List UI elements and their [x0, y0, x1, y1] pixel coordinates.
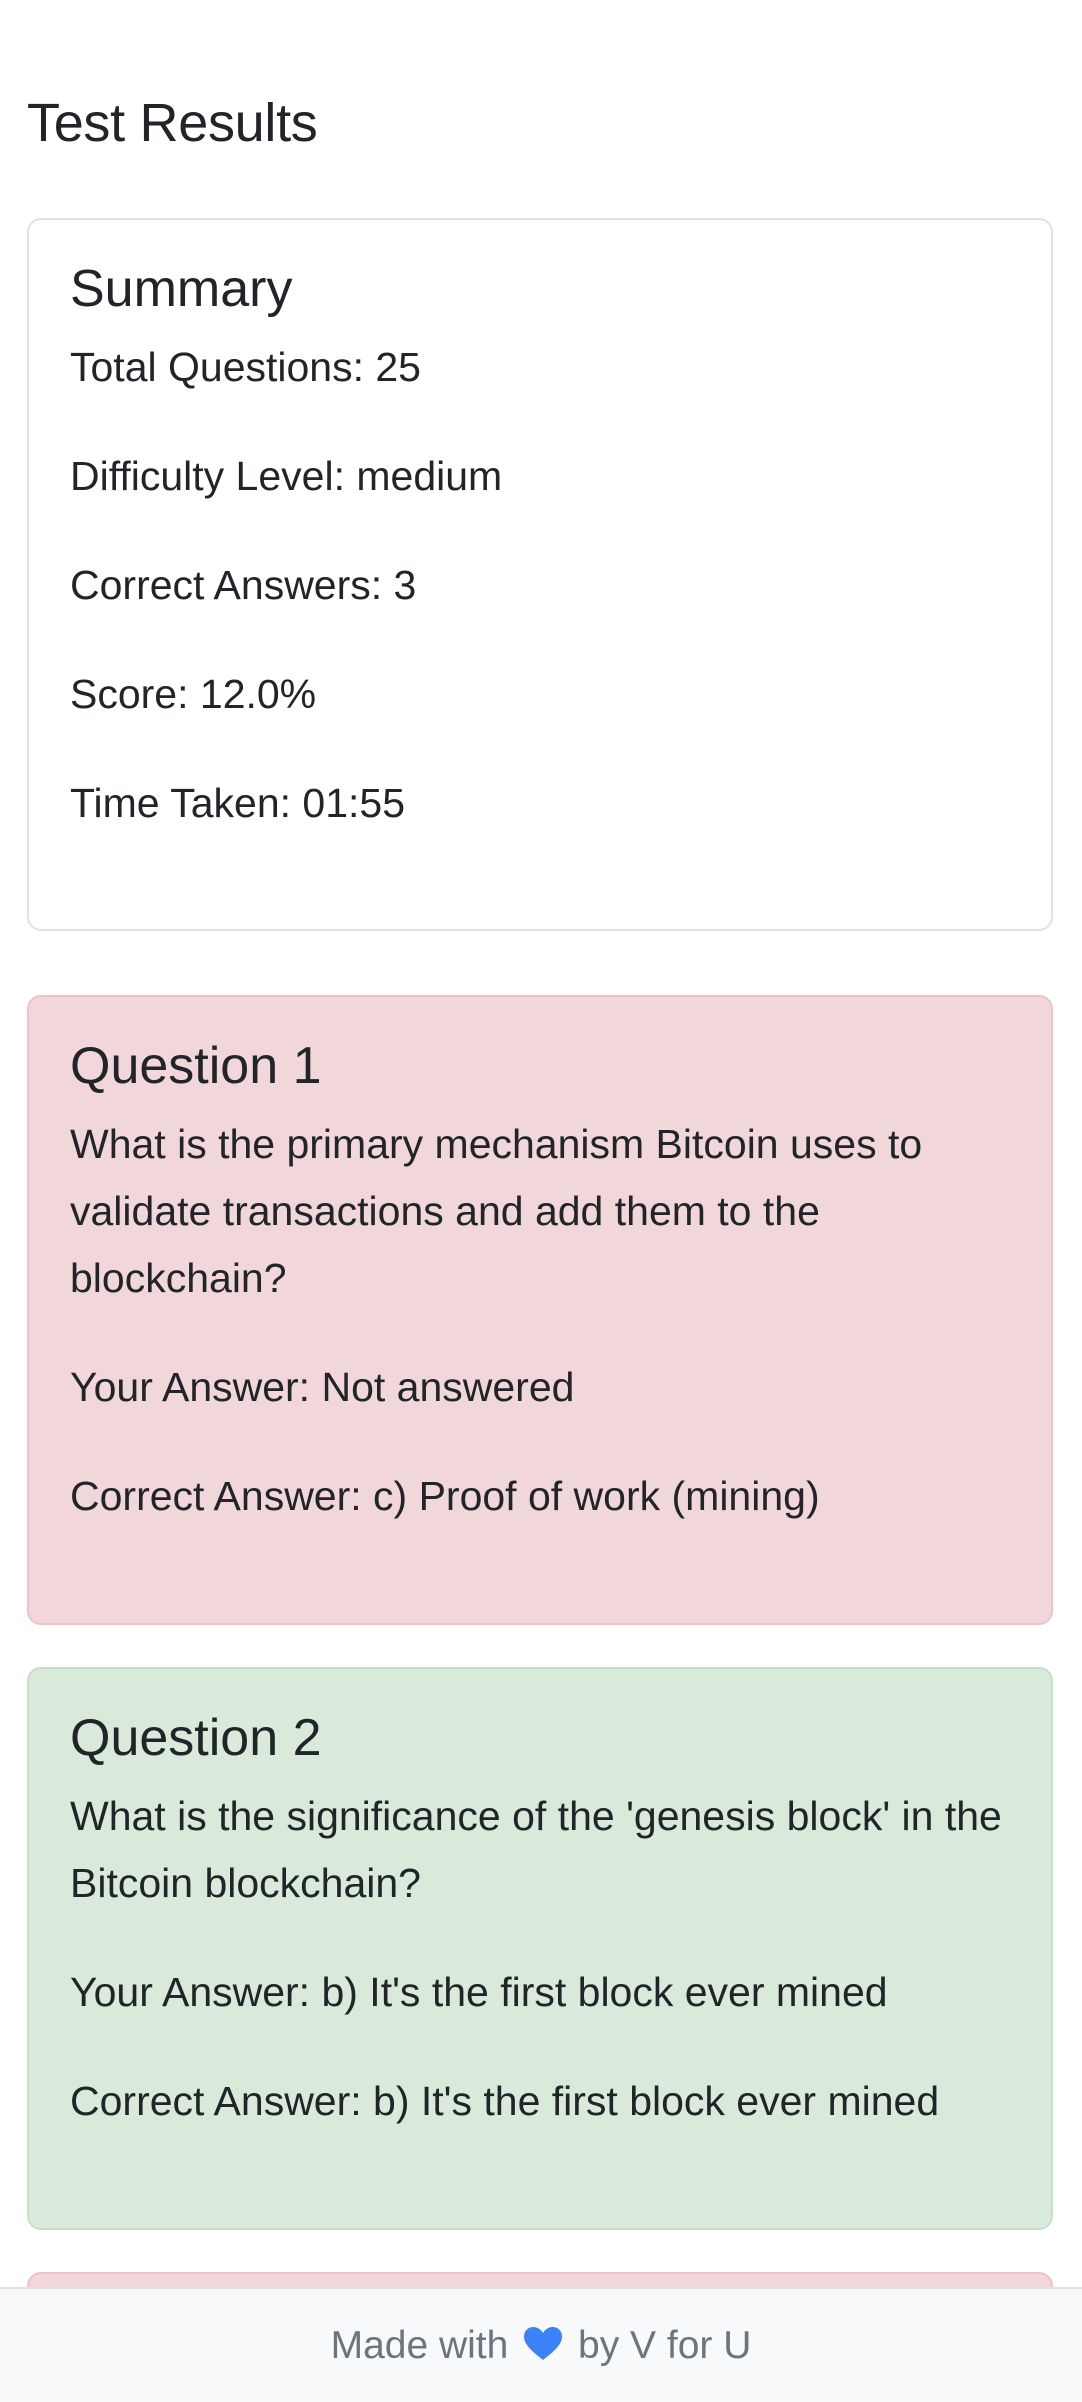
question-title: Question 2: [70, 1709, 322, 1767]
question-text: What is the primary mechanism Bitcoin us…: [70, 1121, 923, 1301]
footer-suffix: by V for U: [578, 2324, 752, 2367]
your-answer: Your Answer: Not answered: [70, 1364, 575, 1410]
question-card-2: Question 2 What is the significance of t…: [27, 1667, 1053, 2230]
summary-card: Summary Total Questions: 25 Difficulty L…: [27, 218, 1053, 931]
question-title: Question 1: [70, 1037, 322, 1095]
correct-answer: Correct Answer: c) Proof of work (mining…: [70, 1473, 820, 1519]
correct-answer: Correct Answer: b) It's the first block …: [70, 2078, 940, 2124]
summary-title: Summary: [70, 260, 293, 318]
blue-heart-icon: [523, 2293, 563, 2360]
question-card-1: Question 1 What is the primary mechanism…: [27, 995, 1053, 1625]
your-answer: Your Answer: b) It's the first block eve…: [70, 1969, 888, 2015]
total-questions: Total Questions: 25: [70, 344, 421, 390]
page-title: Test Results: [27, 93, 318, 153]
time-taken: Time Taken: 01:55: [70, 780, 406, 826]
difficulty-level: Difficulty Level: medium: [70, 453, 503, 499]
correct-answers-count: Correct Answers: 3: [70, 562, 417, 608]
footer: Made with by V for U: [0, 2287, 1082, 2402]
footer-prefix: Made with: [330, 2324, 509, 2367]
score: Score: 12.0%: [70, 671, 317, 717]
results-page: Test Results Summary Total Questions: 25…: [0, 0, 1082, 2402]
question-text: What is the significance of the 'genesis…: [70, 1793, 1002, 1906]
